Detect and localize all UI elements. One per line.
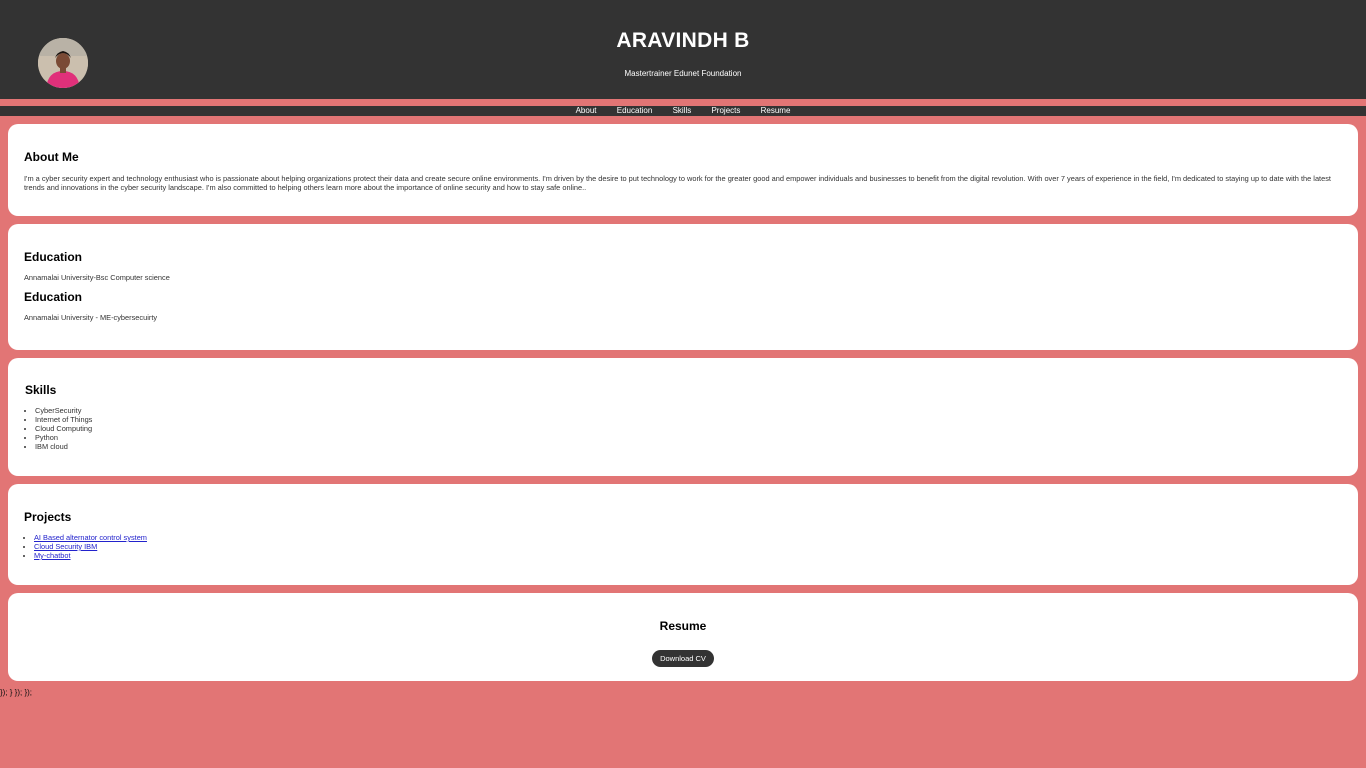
main-nav: About Education Skills Projects Resume xyxy=(0,106,1366,116)
site-header: ARAVINDH B Mastertrainer Edunet Foundati… xyxy=(0,0,1366,99)
skill-item: Python xyxy=(35,433,1342,442)
project-link[interactable]: My-chatbot xyxy=(34,551,71,560)
nav-link-about[interactable]: About xyxy=(576,106,597,115)
skills-list: CyberSecurity Internet of Things Cloud C… xyxy=(25,406,1342,451)
skill-item: Cloud Computing xyxy=(35,424,1342,433)
download-cv-button[interactable]: Download CV xyxy=(652,650,714,667)
education-heading-2: Education xyxy=(24,290,83,304)
skills-heading: Skills xyxy=(25,383,57,397)
site-title: ARAVINDH B xyxy=(616,29,750,52)
avatar xyxy=(38,38,88,88)
project-item: My-chatbot xyxy=(34,551,1342,560)
projects-list: AI Based alternator control system Cloud… xyxy=(24,533,1342,560)
nav-link-skills[interactable]: Skills xyxy=(673,106,692,115)
projects-section: Projects AI Based alternator control sys… xyxy=(8,484,1358,585)
about-text: I'm a cyber security expert and technolo… xyxy=(24,174,1331,192)
resume-section: Resume Download CV xyxy=(8,593,1358,681)
site-subtitle: Mastertrainer Edunet Foundation xyxy=(624,69,742,78)
education-heading-1: Education xyxy=(24,250,83,264)
project-item: AI Based alternator control system xyxy=(34,533,1342,542)
skill-item: Internet of Things xyxy=(35,415,1342,424)
project-link[interactable]: AI Based alternator control system xyxy=(34,533,147,542)
education-entry-2: Annamalai University - ME-cybersecuirty xyxy=(24,313,158,322)
about-heading: About Me xyxy=(24,150,79,164)
projects-heading: Projects xyxy=(24,510,72,524)
about-section: About Me I'm a cyber security expert and… xyxy=(8,124,1358,216)
nav-link-resume[interactable]: Resume xyxy=(761,106,791,115)
resume-heading: Resume xyxy=(659,619,707,633)
skills-section: Skills CyberSecurity Internet of Things … xyxy=(8,358,1358,476)
education-entry-1: Annamalai University-Bsc Computer scienc… xyxy=(24,273,170,282)
education-section: Education Annamalai University-Bsc Compu… xyxy=(8,224,1358,350)
project-link[interactable]: Cloud Security IBM xyxy=(34,542,97,551)
nav-link-projects[interactable]: Projects xyxy=(711,106,740,115)
skill-item: IBM cloud xyxy=(35,442,1342,451)
project-item: Cloud Security IBM xyxy=(34,542,1342,551)
nav-link-education[interactable]: Education xyxy=(617,106,653,115)
skill-item: CyberSecurity xyxy=(35,406,1342,415)
stray-script-text: }); } }); }); xyxy=(0,688,33,697)
profile-photo xyxy=(38,38,88,88)
